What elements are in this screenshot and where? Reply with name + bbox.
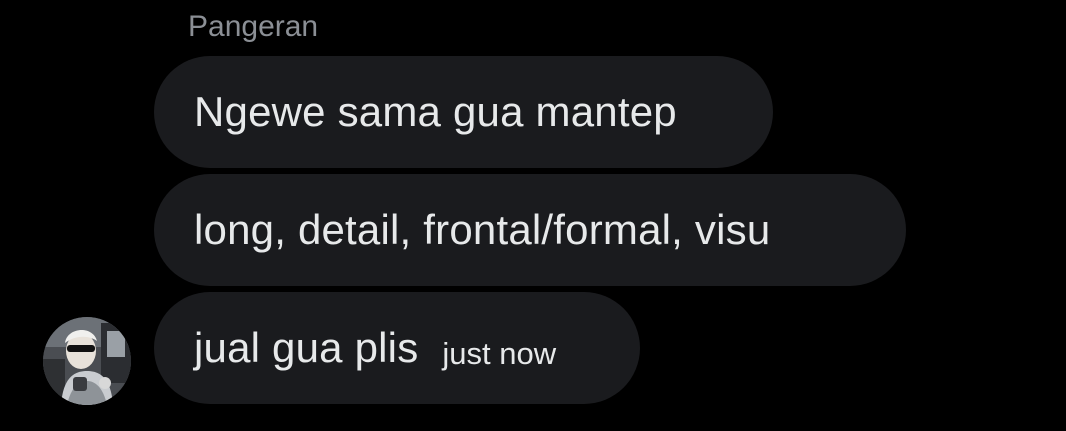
avatar[interactable] — [43, 317, 131, 405]
message-bubble[interactable]: jual gua plis just now — [154, 292, 640, 404]
message-text: Ngewe sama gua mantep — [194, 88, 677, 135]
message-bubble[interactable]: long, detail, frontal/formal, visu — [154, 174, 906, 286]
message-timestamp: just now — [442, 336, 557, 371]
message-text: jual gua plis — [194, 324, 419, 371]
sender-name: Pangeran — [188, 10, 319, 43]
message-thread: Pangeran Ngewe sama gua mantep long, det… — [0, 0, 1066, 431]
message-text: long, detail, frontal/formal, visu — [194, 206, 771, 253]
user-photo-avatar-icon — [43, 317, 131, 405]
message-bubble[interactable]: Ngewe sama gua mantep — [154, 56, 773, 168]
